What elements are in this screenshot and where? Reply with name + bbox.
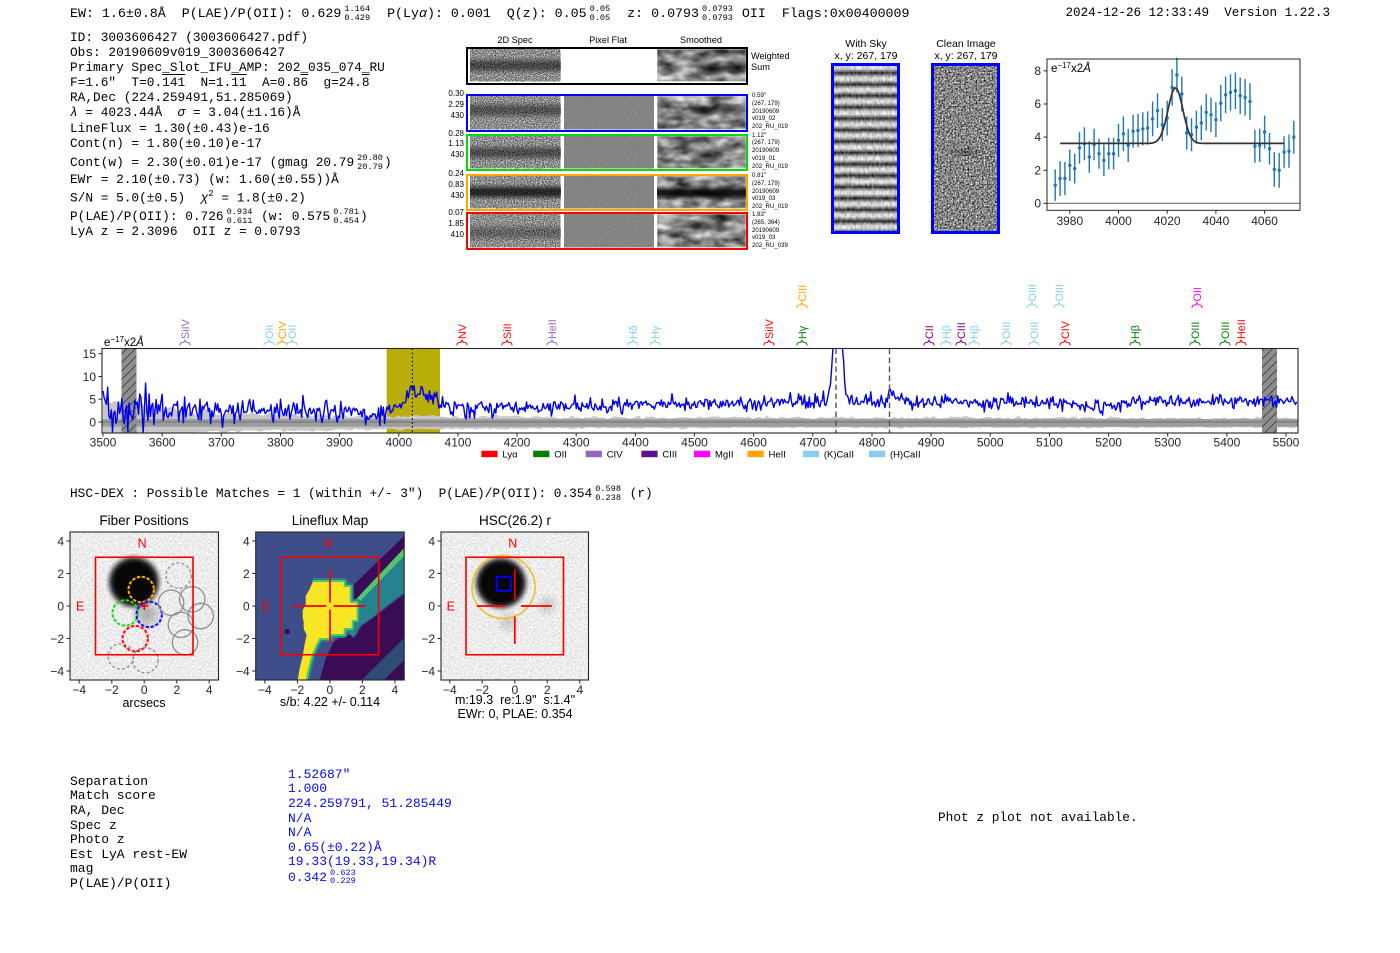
svg-text:−4: −4 [50, 664, 64, 678]
svg-text:CIII: CIII [956, 322, 968, 339]
svg-text:e−17x2Å: e−17x2Å [1051, 61, 1091, 75]
svg-text:CIV: CIV [1060, 320, 1072, 339]
svg-text:4: 4 [1034, 130, 1041, 144]
svg-text:6: 6 [1034, 97, 1041, 111]
svg-text:4040: 4040 [1203, 214, 1230, 228]
svg-text:HeII: HeII [1236, 319, 1248, 339]
svg-text:NV: NV [457, 323, 469, 339]
svg-text:2: 2 [1034, 163, 1041, 177]
svg-text:Hβ: Hβ [941, 325, 953, 339]
svg-text:SiII: SiII [502, 323, 514, 339]
svg-text:5300: 5300 [1154, 436, 1181, 450]
svg-text:15: 15 [83, 347, 97, 361]
svg-text:OIII: OIII [1027, 284, 1039, 301]
svg-text:−4: −4 [421, 664, 435, 678]
svg-text:SiIV: SiIV [764, 318, 776, 339]
svg-text:4020: 4020 [1154, 214, 1181, 228]
svg-text:N: N [323, 537, 332, 551]
svg-text:10: 10 [83, 370, 97, 384]
svg-text:3800: 3800 [267, 436, 294, 450]
svg-text:N: N [138, 537, 147, 551]
svg-text:Hδ: Hδ [628, 325, 640, 339]
svg-text:4300: 4300 [563, 436, 590, 450]
svg-text:OII: OII [287, 325, 299, 339]
svg-text:4000: 4000 [1105, 214, 1132, 228]
svg-text:e−17x2Å: e−17x2Å [104, 335, 144, 349]
svg-text:0: 0 [243, 599, 250, 613]
svg-text:E: E [447, 600, 455, 614]
svg-text:E: E [262, 600, 270, 614]
svg-text:−4: −4 [236, 664, 250, 678]
svg-text:5200: 5200 [1095, 436, 1122, 450]
svg-text:Hγ: Hγ [650, 325, 662, 339]
svg-text:−2: −2 [236, 632, 250, 646]
svg-text:OII: OII [1192, 287, 1204, 301]
svg-text:−2: −2 [421, 632, 435, 646]
svg-text:2: 2 [243, 567, 250, 581]
svg-text:4: 4 [243, 534, 250, 548]
svg-text:OIII: OIII [1001, 322, 1013, 339]
svg-text:CIII: CIII [797, 285, 809, 302]
svg-text:4700: 4700 [799, 436, 826, 450]
svg-text:5: 5 [89, 393, 96, 407]
svg-text:SiIV: SiIV [180, 318, 192, 339]
svg-text:4: 4 [428, 534, 435, 548]
svg-text:Hβ: Hβ [969, 325, 981, 339]
svg-text:5500: 5500 [1273, 436, 1300, 450]
svg-text:OIII: OIII [1029, 322, 1041, 339]
svg-text:3980: 3980 [1056, 214, 1083, 228]
svg-text:Hβ: Hβ [1130, 325, 1142, 339]
svg-text:4200: 4200 [504, 436, 531, 450]
svg-text:OII: OII [554, 450, 567, 461]
svg-text:2: 2 [428, 567, 435, 581]
svg-text:4060: 4060 [1251, 214, 1278, 228]
svg-text:2: 2 [57, 567, 64, 581]
svg-text:0: 0 [89, 415, 96, 429]
svg-text:CIV: CIV [607, 450, 624, 461]
svg-text:8: 8 [1034, 64, 1041, 78]
svg-text:CIII: CIII [662, 450, 677, 461]
svg-text:HeII: HeII [769, 450, 786, 461]
svg-text:4100: 4100 [445, 436, 472, 450]
svg-text:4000: 4000 [385, 436, 412, 450]
svg-text:OIII: OIII [1190, 322, 1202, 339]
svg-text:5100: 5100 [1036, 436, 1063, 450]
svg-text:CII: CII [924, 325, 936, 339]
svg-text:E: E [76, 600, 84, 614]
svg-text:4500: 4500 [681, 436, 708, 450]
svg-text:3700: 3700 [208, 436, 235, 450]
svg-text:0: 0 [57, 599, 64, 613]
svg-text:4900: 4900 [918, 436, 945, 450]
svg-text:OII: OII [264, 325, 276, 339]
svg-text:3600: 3600 [149, 436, 176, 450]
svg-text:Lyα: Lyα [502, 450, 518, 461]
svg-text:5000: 5000 [977, 436, 1004, 450]
svg-text:(H)CaII: (H)CaII [890, 450, 921, 461]
svg-text:3900: 3900 [326, 436, 353, 450]
svg-text:OIII: OIII [1220, 322, 1232, 339]
svg-text:4600: 4600 [740, 436, 767, 450]
svg-text:−2: −2 [50, 632, 64, 646]
svg-text:MgII: MgII [715, 450, 733, 461]
svg-text:4: 4 [57, 534, 64, 548]
svg-text:OIII: OIII [1054, 284, 1066, 301]
svg-text:4400: 4400 [622, 436, 649, 450]
svg-text:3500: 3500 [90, 436, 117, 450]
svg-text:0: 0 [1034, 196, 1041, 210]
svg-text:N: N [508, 537, 517, 551]
svg-text:4800: 4800 [859, 436, 886, 450]
svg-text:5400: 5400 [1214, 436, 1241, 450]
svg-text:Hγ: Hγ [797, 325, 809, 339]
svg-text:HeII: HeII [547, 319, 559, 339]
svg-text:0: 0 [428, 599, 435, 613]
svg-text:(K)CaII: (K)CaII [824, 450, 854, 461]
